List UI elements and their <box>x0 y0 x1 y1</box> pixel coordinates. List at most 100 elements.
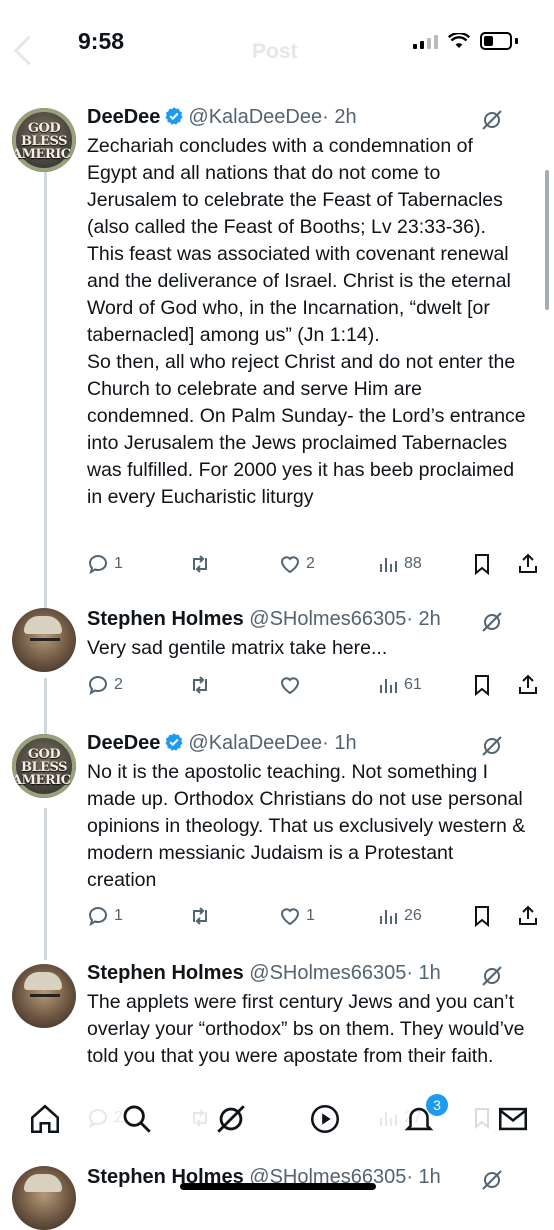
avatar[interactable] <box>12 1166 76 1230</box>
bookmark-button[interactable] <box>470 904 494 928</box>
grok-icon[interactable] <box>480 610 504 634</box>
like-button[interactable]: 1 <box>278 904 315 928</box>
reply-count: 1 <box>114 907 123 924</box>
heart-icon <box>280 908 300 926</box>
tweet-text: Very sad gentile matrix take here... <box>87 637 388 659</box>
share-icon <box>519 905 537 925</box>
messages-icon[interactable] <box>496 1102 530 1136</box>
reply-icon <box>89 907 107 927</box>
thread-line <box>44 160 47 610</box>
author-handle[interactable]: @SHolmes66305 <box>249 608 406 630</box>
video-icon[interactable] <box>308 1102 342 1136</box>
grok-icon[interactable] <box>480 964 504 988</box>
like-count: 2 <box>306 555 315 572</box>
reply-icon <box>89 555 107 575</box>
grok-icon[interactable] <box>480 1168 504 1192</box>
like-count: 1 <box>306 907 315 924</box>
retweet-icon <box>193 676 207 694</box>
like-button[interactable] <box>278 673 306 697</box>
wifi-icon <box>448 33 470 48</box>
avatar[interactable]: GOD BLESS AMERICA <box>12 108 76 172</box>
author-handle[interactable]: @KalaDeeDee <box>188 732 322 754</box>
bookmark-icon <box>475 675 489 697</box>
avatar[interactable] <box>12 964 76 1028</box>
retweet-button[interactable] <box>188 673 216 697</box>
avatar-text: GOD BLESS AMERICA <box>12 121 76 162</box>
avatar[interactable]: GOD BLESS AMERICA <box>12 734 76 798</box>
views-button[interactable]: 61 <box>376 673 422 697</box>
tweet-time: · 2h <box>406 608 441 630</box>
scrollbar[interactable] <box>545 170 549 310</box>
avatar-glasses <box>30 994 60 1003</box>
author-handle[interactable]: @KalaDeeDee <box>188 106 322 128</box>
views-chart-icon <box>380 910 397 924</box>
avatar[interactable] <box>12 608 76 672</box>
tweet-time: · 1h <box>406 962 441 984</box>
tweet-text: No it is the apostolic teaching. Not som… <box>87 761 526 891</box>
tweet-time: · 1h <box>406 1166 441 1188</box>
grok-icon[interactable] <box>480 734 504 758</box>
status-icons <box>413 32 518 50</box>
avatar-cap <box>24 1174 62 1192</box>
view-count: 61 <box>404 676 422 693</box>
reply-icon <box>89 676 107 696</box>
tweet-header: DeeDee @KalaDeeDee· 2h <box>87 106 357 129</box>
share-button[interactable] <box>516 552 540 576</box>
author-name[interactable]: DeeDee <box>87 732 160 754</box>
verified-badge-icon <box>165 733 183 751</box>
author-name[interactable]: Stephen Holmes <box>87 608 244 630</box>
bookmark-icon <box>475 554 489 576</box>
grok-tab-icon[interactable] <box>214 1102 248 1136</box>
tweet-text: Zechariah concludes with a condemnation … <box>87 135 526 508</box>
views-button[interactable]: 26 <box>376 904 422 928</box>
bookmark-button[interactable] <box>470 673 494 697</box>
author-name[interactable]: Stephen Holmes <box>87 962 244 984</box>
thread-line <box>44 808 47 960</box>
avatar-glasses <box>30 638 60 647</box>
share-icon <box>519 674 537 694</box>
share-button[interactable] <box>516 673 540 697</box>
retweet-button[interactable] <box>188 552 216 576</box>
share-button[interactable] <box>516 904 540 928</box>
battery-icon <box>480 32 512 50</box>
tweet-time: · 1h <box>322 732 357 754</box>
reply-button[interactable]: 1 <box>86 552 123 576</box>
home-icon[interactable] <box>28 1102 62 1136</box>
bookmark-icon <box>475 906 489 928</box>
bookmark-button[interactable] <box>470 552 494 576</box>
verified-badge-icon <box>165 107 183 125</box>
reply-count: 2 <box>114 676 123 693</box>
tweet-actions: 1 1 26 <box>86 904 546 932</box>
retweet-icon <box>193 907 207 925</box>
status-bar: 9:58 <box>0 0 554 84</box>
view-count: 26 <box>404 907 422 924</box>
tweet-actions: 1 2 88 <box>86 552 546 580</box>
reply-count: 1 <box>114 555 123 572</box>
views-chart-icon <box>380 679 397 693</box>
cellular-signal-icon <box>413 33 438 49</box>
tweet-text: The applets were first century Jews and … <box>87 991 525 1067</box>
search-icon[interactable] <box>120 1102 154 1136</box>
battery-cap <box>515 38 518 44</box>
share-icon <box>519 553 537 573</box>
heart-icon <box>280 677 300 695</box>
tweet-actions: 2 61 <box>86 673 546 701</box>
heart-icon <box>280 556 300 574</box>
like-button[interactable]: 2 <box>278 552 315 576</box>
author-name[interactable]: DeeDee <box>87 106 160 128</box>
avatar-cap <box>24 972 62 990</box>
tweet-header: Stephen Holmes @SHolmes66305· 1h <box>87 962 441 985</box>
thread-line <box>44 678 47 734</box>
reply-button[interactable]: 2 <box>86 673 123 697</box>
view-count: 88 <box>404 555 422 572</box>
grok-icon[interactable] <box>480 108 504 132</box>
bottom-tab-bar <box>0 1090 554 1152</box>
retweet-button[interactable] <box>188 904 216 928</box>
avatar-text: GOD BLESS AMERICA <box>12 747 76 788</box>
views-button[interactable]: 88 <box>376 552 422 576</box>
status-time: 9:58 <box>78 28 125 54</box>
tweet-header: DeeDee @KalaDeeDee· 1h <box>87 732 357 755</box>
author-handle[interactable]: @SHolmes66305 <box>249 962 406 984</box>
avatar-cap <box>24 616 62 634</box>
reply-button[interactable]: 1 <box>86 904 123 928</box>
